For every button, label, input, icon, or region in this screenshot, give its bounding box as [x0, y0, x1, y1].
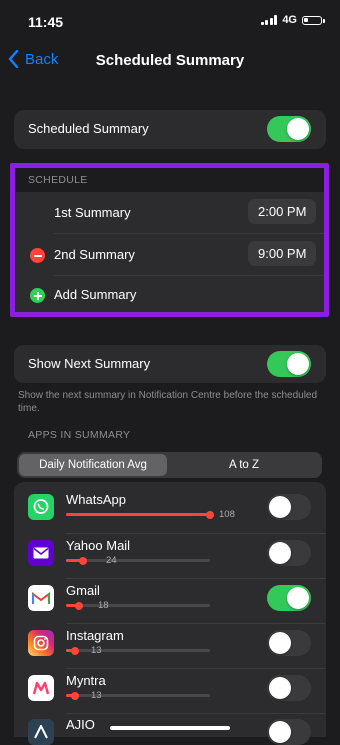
show-next-summary-toggle[interactable] — [267, 351, 311, 377]
app-avg-yahoo-mail: 24 — [106, 555, 117, 566]
network-label: 4G — [282, 14, 297, 26]
gmail-icon — [28, 585, 54, 611]
avg-dot-myntra — [71, 691, 80, 700]
tab-daily-avg[interactable]: Daily Notification Avg — [19, 454, 167, 476]
avg-dot-gmail — [74, 601, 83, 610]
avg-dot-yahoo-mail — [79, 556, 88, 565]
status-time: 11:45 — [28, 14, 64, 30]
back-label: Back — [25, 50, 59, 68]
remove-icon[interactable] — [30, 248, 45, 263]
avg-bar-whatsapp — [66, 510, 214, 519]
myntra-icon — [28, 675, 54, 701]
chevron-left-icon — [8, 50, 19, 68]
second-summary-label: 2nd Summary — [54, 247, 135, 262]
app-name-gmail: Gmail — [66, 583, 100, 598]
whatsapp-icon — [28, 494, 54, 520]
second-summary-time[interactable]: 9:00 PM — [248, 241, 317, 266]
first-summary-time[interactable]: 2:00 PM — [248, 199, 317, 224]
divider — [66, 533, 326, 534]
divider — [66, 578, 326, 579]
avg-bar-myntra — [66, 691, 210, 700]
avg-bar-yahoo-mail — [66, 556, 210, 565]
show-next-summary-row: Show Next Summary — [14, 345, 326, 383]
signal-icon — [260, 15, 278, 25]
avg-bar-gmail — [66, 601, 210, 610]
toggle-myntra[interactable] — [267, 675, 311, 701]
avg-dot-whatsapp — [206, 510, 214, 519]
toggle-ajio[interactable] — [267, 719, 311, 745]
home-indicator — [110, 726, 230, 730]
avg-dot-instagram — [71, 646, 80, 655]
apps-header: APPS IN SUMMARY — [28, 429, 131, 441]
divider — [66, 668, 326, 669]
divider — [54, 233, 326, 234]
yahoo-mail-icon — [28, 540, 54, 566]
avg-fill-whatsapp — [66, 513, 210, 516]
toggle-yahoo-mail[interactable] — [267, 540, 311, 566]
toggle-instagram[interactable] — [267, 630, 311, 656]
app-avg-instagram: 13 — [91, 645, 102, 656]
divider — [54, 275, 326, 276]
status-icons: 4G — [260, 14, 325, 26]
app-avg-myntra: 13 — [91, 690, 102, 701]
app-name-instagram: Instagram — [66, 628, 124, 643]
app-name-yahoo-mail: Yahoo Mail — [66, 538, 131, 553]
divider — [66, 623, 326, 624]
app-name-whatsapp: WhatsApp — [66, 492, 126, 507]
instagram-icon — [28, 630, 54, 656]
scheduled-summary-row: Scheduled Summary — [14, 110, 326, 149]
sort-segmented-control: Daily Notification Avg A to Z — [17, 452, 322, 478]
app-avg-whatsapp: 108 — [219, 509, 235, 520]
first-summary-label: 1st Summary — [54, 205, 131, 220]
tab-a-to-z[interactable]: A to Z — [169, 454, 319, 476]
scheduled-summary-label: Scheduled Summary — [28, 121, 149, 136]
battery-icon — [302, 15, 325, 25]
toggle-whatsapp[interactable] — [267, 494, 311, 520]
toggle-gmail[interactable] — [267, 585, 311, 611]
ajio-icon — [28, 719, 54, 745]
next-summary-footnote: Show the next summary in Notification Ce… — [18, 390, 318, 414]
app-avg-gmail: 18 — [98, 600, 109, 611]
avg-bar-instagram — [66, 646, 210, 655]
divider — [66, 713, 326, 714]
scheduled-summary-toggle[interactable] — [267, 116, 311, 142]
app-name-myntra: Myntra — [66, 673, 106, 688]
back-button[interactable]: Back — [8, 50, 58, 68]
app-name-ajio: AJIO — [66, 717, 95, 732]
add-summary-button[interactable]: Add Summary — [54, 287, 136, 302]
show-next-summary-label: Show Next Summary — [28, 356, 151, 371]
schedule-header: SCHEDULE — [28, 174, 88, 186]
schedule-list: 1st Summary 2:00 PM 2nd Summary 9:00 PM … — [14, 192, 326, 314]
add-icon[interactable] — [30, 288, 45, 303]
